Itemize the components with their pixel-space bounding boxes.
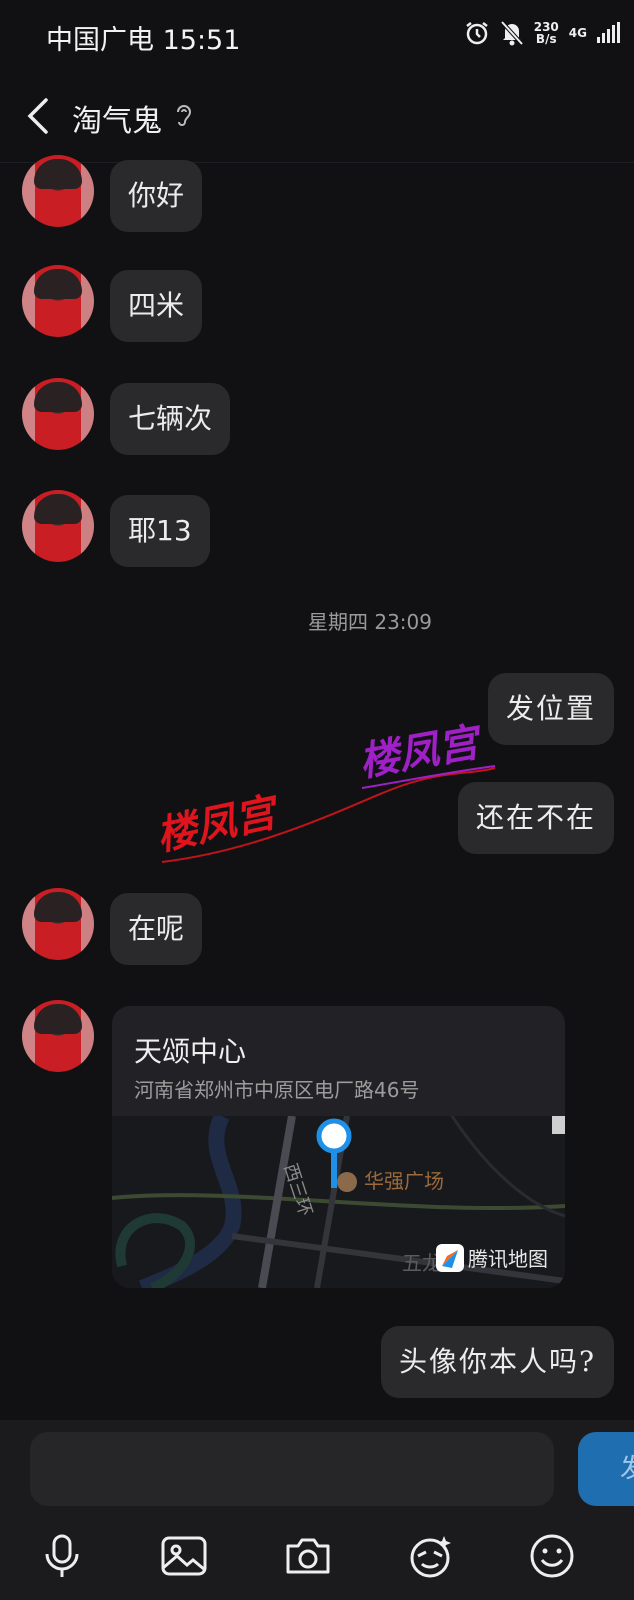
- network-type: 4G: [568, 26, 587, 40]
- avatar[interactable]: [22, 888, 94, 960]
- avatar[interactable]: [22, 1000, 94, 1072]
- message-bubble[interactable]: 你好: [110, 160, 203, 232]
- ear-icon[interactable]: [174, 102, 194, 130]
- image-icon[interactable]: [158, 1530, 210, 1582]
- message-input[interactable]: [30, 1432, 554, 1506]
- message-bubble[interactable]: 在呢: [110, 893, 203, 965]
- net-speed: 230 B/s: [533, 20, 559, 46]
- avatar[interactable]: [22, 378, 94, 450]
- camera-icon[interactable]: [282, 1530, 334, 1582]
- map-graphic: 华强广场 西三环 五龙口 腾讯地图: [112, 1112, 565, 1288]
- timestamp: 星期四 23:09: [308, 610, 432, 634]
- map-road-label: 西三环: [279, 1161, 316, 1219]
- location-card[interactable]: 天颂中心 河南省郑州市中原区电厂路46号 华强广场 西三环 五龙口 腾讯地图: [112, 1006, 565, 1288]
- input-bar: 发送: [0, 1420, 634, 1600]
- watermark-text: 楼凤宫: [153, 789, 285, 860]
- avatar[interactable]: [22, 155, 94, 227]
- sticker-icon[interactable]: [404, 1530, 456, 1582]
- location-address: 河南省郑州市中原区电厂路46号: [134, 1078, 420, 1102]
- map-preview[interactable]: 华强广场 西三环 五龙口 腾讯地图: [112, 1112, 565, 1288]
- map-poi-label: 华强广场: [364, 1169, 444, 1193]
- watermark: 楼凤宫 楼凤宫: [153, 719, 496, 863]
- map-provider: 腾讯地图: [468, 1247, 548, 1271]
- message-bubble[interactable]: 四米: [110, 270, 203, 342]
- chat-title: 淘气鬼: [72, 104, 162, 139]
- signal-icon: [597, 22, 620, 43]
- chat-header: 淘气鬼: [0, 72, 634, 163]
- message-bubble[interactable]: 七辆次: [110, 383, 231, 455]
- status-bar: 中国广电 15:51 230 B/s 4G: [0, 0, 634, 72]
- message-bubble[interactable]: 耶13: [110, 495, 210, 567]
- emoji-icon[interactable]: [526, 1530, 578, 1582]
- alarm-icon: [465, 22, 488, 45]
- microphone-icon[interactable]: [36, 1530, 88, 1582]
- back-arrow-icon[interactable]: [24, 96, 54, 136]
- status-icons: 230 B/s 4G: [464, 20, 620, 46]
- watermark-text: 楼凤宫: [356, 719, 487, 786]
- carrier-time: 中国广电 15:51: [46, 25, 241, 56]
- send-button[interactable]: 发送: [578, 1432, 634, 1506]
- avatar[interactable]: [22, 490, 94, 562]
- mute-bell-icon: [500, 20, 524, 46]
- my-message-bubble[interactable]: 头像你本人吗?: [380, 1326, 614, 1398]
- location-name: 天颂中心: [134, 1035, 247, 1068]
- avatar[interactable]: [22, 265, 94, 337]
